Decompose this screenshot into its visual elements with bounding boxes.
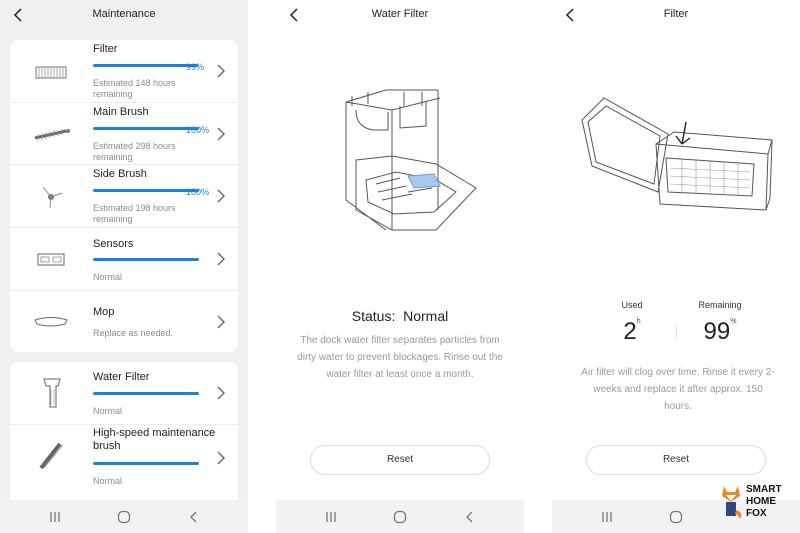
home-icon[interactable] [116, 509, 132, 525]
recent-apps-icon[interactable] [47, 509, 63, 525]
water-filter-icon [30, 376, 72, 410]
water-filter-description: The dock water filter separates particle… [297, 335, 503, 380]
item-name: Side Brush [93, 168, 147, 180]
filter-icon [30, 60, 72, 86]
progress-fill [93, 392, 199, 395]
nav-back-icon[interactable] [462, 509, 478, 525]
item-name: Mop [93, 306, 115, 318]
page-title: Maintenance [92, 8, 156, 20]
filter-illustration [578, 92, 778, 232]
chevron-right-icon [217, 315, 225, 329]
fox-icon [722, 486, 742, 519]
item-subtext: Normal [93, 476, 123, 486]
item-name: Filter [93, 43, 118, 55]
maintenance-card-main: Filter 99% Estimated 148 hours remaining… [10, 40, 238, 352]
list-item-main-brush[interactable]: Main Brush 100% Estimated 298 hours rema… [10, 103, 238, 165]
remaining-value-group: 99% [688, 318, 752, 346]
sensors-icon [30, 246, 72, 272]
filter-screen: Filter Used Remaining 2h 99% Air filter … [552, 0, 800, 533]
page-title: Filter [663, 8, 689, 20]
dock-illustration [316, 80, 486, 240]
progress-bar [93, 127, 199, 130]
item-subtext: Estimated 148 hours remaining [93, 78, 176, 99]
maintenance-brush-icon [30, 439, 72, 473]
side-brush-icon [30, 183, 72, 209]
stats-divider [676, 326, 677, 338]
progress-fill [93, 462, 199, 465]
list-item-filter[interactable]: Filter 99% Estimated 148 hours remaining [10, 40, 238, 103]
maintenance-header: Maintenance [0, 0, 248, 30]
chevron-right-icon [217, 252, 225, 266]
percent-label: 100% [186, 187, 210, 197]
main-brush-icon [30, 122, 72, 148]
used-unit: h [636, 318, 641, 325]
page-title: Water Filter [371, 8, 429, 20]
list-item-mop[interactable]: Mop Replace as needed. [10, 291, 238, 352]
nav-back-icon[interactable] [186, 509, 202, 525]
recent-apps-icon[interactable] [599, 509, 615, 525]
list-item-side-brush[interactable]: Side Brush 100% Estimated 198 hours rema… [10, 165, 238, 228]
water-filter-screen: Water Filter Status: Normal The dock wat… [276, 0, 524, 533]
filter-description: Air filter will clog over time. Rinse it… [581, 367, 775, 412]
chevron-right-icon [217, 127, 225, 141]
recent-apps-icon[interactable] [323, 509, 339, 525]
brand-line-3: FOX [746, 508, 767, 519]
used-label: Used [621, 300, 643, 310]
progress-fill [93, 64, 198, 67]
item-subtext: Replace as needed. [93, 328, 174, 338]
status-value: Normal [403, 308, 449, 324]
item-subtext: Estimated 298 hours remaining [93, 141, 176, 162]
maintenance-card-dock: Water Filter Normal High-speed maintenan… [10, 362, 238, 500]
chevron-right-icon [217, 451, 225, 465]
android-nav-bar [0, 500, 248, 533]
progress-bar [93, 189, 199, 192]
progress-bar [93, 258, 199, 261]
smart-home-fox-logo: SMART HOME FOX [718, 482, 800, 522]
remaining-label: Remaining [698, 300, 742, 310]
item-name: Main Brush [93, 106, 149, 118]
used-value: 2 [623, 318, 637, 345]
used-value-group: 2h [602, 318, 662, 346]
item-subtext: Normal [93, 272, 123, 282]
mop-icon [30, 309, 72, 335]
chevron-right-icon [217, 64, 225, 78]
progress-fill [93, 127, 199, 130]
chevron-right-icon [217, 386, 225, 400]
android-nav-bar [276, 500, 524, 533]
filter-header: Filter [552, 0, 800, 30]
progress-fill [93, 189, 199, 192]
remaining-unit: % [730, 318, 737, 325]
reset-button[interactable]: Reset [310, 445, 490, 475]
brand-line-2: HOME [746, 496, 776, 507]
list-item-sensors[interactable]: Sensors Normal [10, 228, 238, 291]
item-name: High-speed maintenance brush [93, 427, 216, 452]
brand-text: SMART HOME FOX [746, 484, 782, 520]
item-name: Sensors [93, 238, 134, 250]
status-line: Status: Normal [276, 308, 524, 324]
percent-label: 99% [186, 62, 205, 72]
water-filter-header: Water Filter [276, 0, 524, 30]
home-icon[interactable] [668, 509, 684, 525]
progress-bar [93, 64, 199, 67]
item-name: Water Filter [93, 371, 150, 383]
home-icon[interactable] [392, 509, 408, 525]
list-item-maintenance-brush[interactable]: High-speed maintenance brush Normal [10, 425, 238, 488]
reset-button[interactable]: Reset [586, 445, 766, 475]
item-subtext: Estimated 198 hours remaining [93, 203, 176, 224]
progress-fill [93, 258, 199, 261]
percent-label: 100% [186, 125, 210, 135]
status-label: Status: [351, 308, 396, 324]
chevron-right-icon [217, 189, 225, 203]
progress-bar [93, 462, 199, 465]
list-item-water-filter[interactable]: Water Filter Normal [10, 362, 238, 425]
item-subtext: Normal [93, 406, 123, 416]
remaining-value: 99 [703, 318, 731, 345]
brand-line-1: SMART [746, 484, 782, 495]
progress-bar [93, 392, 199, 395]
maintenance-screen: Maintenance Filter 99% Estimated 148 hou… [0, 0, 248, 533]
